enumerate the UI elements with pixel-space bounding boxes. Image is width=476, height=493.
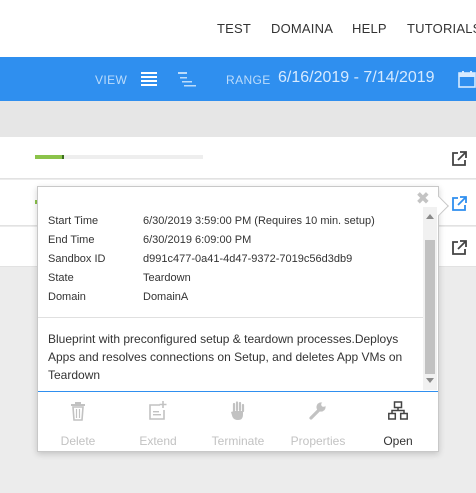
wrench-icon	[309, 402, 326, 420]
detail-key: Sandbox ID	[48, 253, 106, 265]
list-header	[0, 101, 476, 137]
extend-icon	[149, 401, 167, 420]
delete-label: Delete	[60, 434, 96, 448]
blueprint-description: Blueprint with preconfigured setup & tea…	[48, 332, 403, 382]
scroll-down-icon[interactable]	[426, 378, 434, 383]
nav-tutorials[interactable]: TUTORIALS	[407, 21, 476, 36]
detail-row: Start Time 6/30/2019 3:59:00 PM (Require…	[48, 215, 418, 234]
progress-bar	[35, 155, 203, 159]
sandbox-details-popover: ✖ Start Time 6/30/2019 3:59:00 PM (Requi…	[37, 186, 449, 452]
range-label: RANGE	[226, 73, 271, 87]
top-nav: TEST DOMAINA HELP TUTORIALS	[0, 0, 476, 57]
detail-value: Teardown	[143, 272, 191, 284]
detail-key: State	[48, 272, 74, 284]
detail-row: State Teardown	[48, 272, 418, 291]
nav-test[interactable]: TEST	[217, 21, 251, 36]
date-range-value[interactable]: 6/16/2019 - 7/14/2019	[278, 69, 435, 87]
extend-label: Extend	[139, 434, 177, 448]
action-bar: Delete Extend Terminate Properties Open	[38, 391, 438, 451]
list-view-icon[interactable]	[141, 71, 157, 92]
detail-key: End Time	[48, 234, 95, 246]
delete-button[interactable]: Delete	[38, 392, 118, 452]
nav-help[interactable]: HELP	[352, 21, 387, 36]
open-button[interactable]: Open	[358, 392, 438, 452]
detail-key: Domain	[48, 291, 86, 303]
open-external-icon[interactable]	[450, 195, 468, 213]
details-list: Start Time 6/30/2019 3:59:00 PM (Require…	[48, 215, 418, 310]
detail-key: Start Time	[48, 215, 99, 227]
nav-domaina[interactable]: DOMAINA	[271, 21, 333, 36]
progress-marker	[61, 155, 64, 159]
trash-icon	[71, 402, 85, 421]
view-label: VIEW	[95, 73, 128, 87]
detail-value: 6/30/2019 3:59:00 PM (Requires 10 min. s…	[143, 215, 375, 227]
detail-value: 6/30/2019 6:09:00 PM	[143, 234, 252, 246]
detail-row: Sandbox ID d991c477-0a41-4d47-9372-7019c…	[48, 253, 418, 272]
scrollbar[interactable]	[423, 207, 437, 390]
terminate-button[interactable]: Terminate	[198, 392, 278, 452]
detail-value: DomainA	[143, 291, 189, 303]
detail-row: End Time 6/30/2019 6:09:00 PM	[48, 234, 418, 253]
terminate-label: Terminate	[211, 434, 265, 448]
properties-label: Properties	[290, 434, 346, 448]
open-external-icon[interactable]	[450, 150, 468, 168]
close-icon[interactable]: ✖	[416, 190, 430, 207]
calendar-icon[interactable]	[458, 71, 476, 93]
extend-button[interactable]: Extend	[118, 392, 198, 452]
open-external-icon[interactable]	[450, 239, 468, 257]
scrollbar-thumb[interactable]	[425, 240, 435, 374]
hand-icon	[231, 401, 245, 420]
sitemap-icon	[388, 401, 408, 420]
scroll-up-icon[interactable]	[426, 214, 434, 219]
toolbar: VIEW RANGE 6/16/2019 - 7/14/2019	[0, 57, 476, 101]
timeline-view-icon[interactable]	[178, 71, 196, 92]
sandbox-row[interactable]	[0, 137, 476, 179]
detail-row: Domain DomainA	[48, 291, 418, 310]
divider	[38, 317, 423, 318]
detail-value: d991c477-0a41-4d47-9372-7019c56d3db9	[143, 253, 353, 265]
properties-button[interactable]: Properties	[278, 392, 358, 452]
open-label: Open	[383, 434, 413, 448]
progress-fill	[35, 155, 64, 159]
